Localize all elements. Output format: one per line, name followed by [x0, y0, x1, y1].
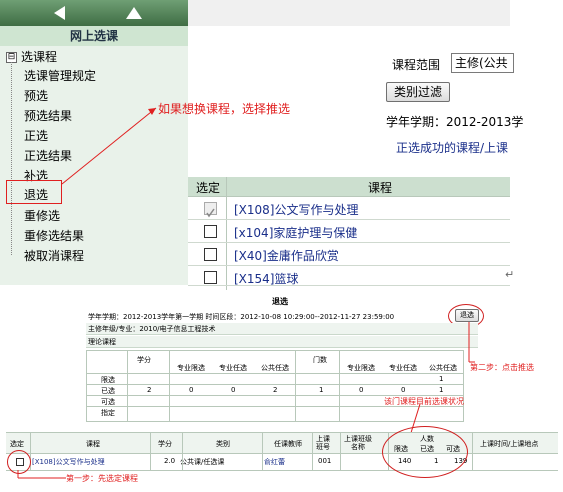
course-name[interactable]: [x104]家庭护理与保健 [234, 224, 357, 241]
success-courses-link[interactable]: 正选成功的课程/上课 [396, 139, 508, 156]
step2-arrow-icon [468, 322, 475, 363]
grid-category: 公共课/任选课 [180, 458, 225, 466]
summary-header: 专业限选 [347, 364, 375, 372]
sidebar-item-withdraw[interactable]: 退选 [24, 186, 48, 203]
summary-header: 学分 [137, 356, 151, 364]
col-select-header: 选定 [196, 181, 221, 195]
tree-root-label: 选课程 [21, 50, 58, 64]
summary-cell: 0 [359, 386, 364, 394]
grid-teacher[interactable]: 俞红蕾 [264, 457, 285, 467]
grid-class-no: 001 [318, 457, 332, 465]
summary-header: 公共任选 [261, 364, 289, 372]
sidebar-item-preselect[interactable]: 预选 [24, 87, 48, 104]
top-main-header [188, 0, 510, 26]
bottom-screenshot: 退选 退选 学年学期：2012-2013学年第一学期 时间区段：2012-10-… [0, 292, 563, 492]
summary-cell: 1 [439, 386, 444, 394]
summary-header: 公共任选 [429, 364, 457, 372]
summary-cell: 2 [147, 386, 152, 394]
major-row: 主修年级/专业：2010/电子信息工程技术 [86, 323, 478, 335]
grid-header-cell: 上课 班号 [316, 435, 330, 451]
up-arrow-icon[interactable] [126, 7, 142, 19]
col-course-header: 课程 [368, 181, 393, 195]
summary-header: 专业限选 [177, 364, 205, 372]
grid-header-cell: 学分 [158, 440, 172, 448]
course-name[interactable]: [X40]金庸作品欣赏 [234, 247, 339, 264]
row-checkbox[interactable] [204, 248, 217, 261]
step1-annotation: 第一步：先选定课程 [66, 474, 138, 483]
annotation-arrow-icon [61, 107, 157, 185]
sidebar-title: 网上选课 [0, 26, 188, 46]
summary-cell: 0 [189, 386, 194, 394]
sidebar-item-retake[interactable]: 重修选 [24, 207, 60, 224]
course-name[interactable]: [X108]公文写作与处理 [234, 201, 359, 218]
grid-header-cell: 类别 [216, 440, 230, 448]
top-screenshot: 网上选课 ⊟ 选课程 选课管理规定 预选 预选结果 正选 正选结果 补选 退选 重… [0, 0, 563, 290]
table-row: [x104]家庭护理与保健 [188, 221, 510, 243]
back-arrow-icon[interactable] [54, 6, 65, 20]
summary-header: 门数 [313, 356, 327, 364]
section-label: 理论课程 [88, 338, 116, 346]
grid-header-cell: 上课班级 名称 [344, 435, 372, 451]
grid-header-cell: 选定 [10, 440, 24, 448]
major-info: 主修年级/专业：2010/电子信息工程技术 [88, 325, 216, 333]
row-checkbox[interactable] [204, 202, 217, 218]
return-mark: ↵ [505, 268, 515, 281]
table-row: [X40]金庸作品欣赏 [188, 244, 510, 266]
sidebar-item-cancelled[interactable]: 被取消课程 [24, 247, 84, 264]
filter-label: 课程范围 [392, 58, 441, 72]
course-grid: 选定 课程 学分 类别 任课教师 上课 班号 上课班级 名称 人数 限选 已选 … [6, 432, 558, 471]
summary-cell: 0 [401, 386, 406, 394]
summary-cell: 1 [439, 375, 444, 383]
sidebar-item-rules[interactable]: 选课管理规定 [24, 67, 96, 84]
table-row: [X108]公文写作与处理 [188, 198, 510, 220]
category-filter-button[interactable]: 类别过滤 [386, 82, 450, 102]
withdraw-button[interactable]: 退选 [455, 309, 479, 322]
term-line: 学年学期：2012-2013学 [386, 115, 524, 129]
tree-root[interactable]: ⊟ 选课程 [6, 48, 57, 65]
course-scope-select[interactable]: 主修(公共 [451, 53, 514, 73]
grid-header-cell: 课程 [86, 440, 100, 448]
grid-credit: 2.0 [164, 457, 176, 465]
grid-header-cell: 上课时间/上课地点 [480, 440, 539, 448]
table-row: [X154]篮球 [188, 267, 510, 286]
page-title: 退选 [272, 297, 288, 306]
step2-annotation: 第二步：点击推选 [470, 363, 534, 372]
summary-row-label: 指定 [101, 409, 115, 417]
section-row: 理论课程 [86, 336, 478, 348]
term-info: 学年学期：2012-2013学年第一学期 时间区段：2012-10-08 10:… [88, 313, 395, 321]
row-checkbox[interactable] [204, 225, 217, 238]
summary-cell: 1 [319, 386, 324, 394]
summary-header: 专业任选 [389, 364, 417, 372]
sidebar-item-select[interactable]: 正选 [24, 127, 48, 144]
summary-cell: 2 [273, 386, 278, 394]
summary-header: 专业任选 [219, 364, 247, 372]
course-table-header: 选定 课程 [188, 177, 510, 197]
tree-guide-line [11, 62, 12, 256]
annotation-top: 如果想换课程，选择推选 [158, 102, 291, 116]
grid-header-cell: 任课教师 [274, 440, 302, 448]
row-checkbox[interactable] [204, 271, 217, 284]
course-name[interactable]: [X154]篮球 [234, 270, 299, 285]
summary-cell: 0 [231, 386, 236, 394]
grid-course-name[interactable]: [X108]公文写作与处理 [32, 457, 105, 467]
sidebar-item-retake-result[interactable]: 重修选结果 [24, 227, 84, 244]
sidebar-nav-strip [0, 0, 188, 26]
count-highlight-ellipse [382, 426, 468, 478]
